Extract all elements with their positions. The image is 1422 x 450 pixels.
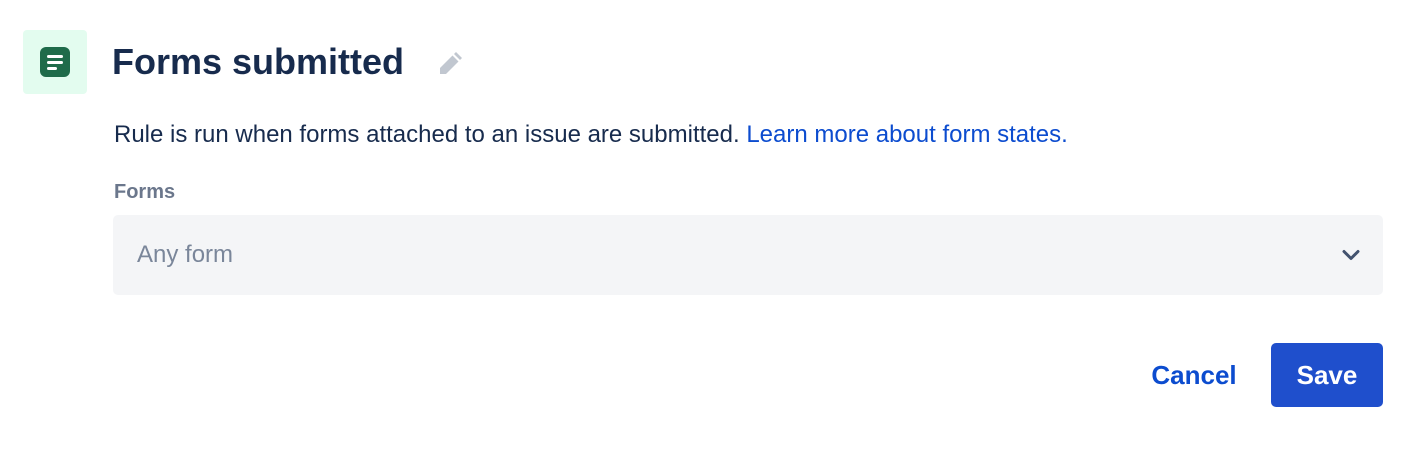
rule-description: Rule is run when forms attached to an is… [114,118,1068,152]
forms-select-value: Any form [137,241,234,268]
learn-more-link[interactable]: Learn more about form states. [746,121,1068,148]
form-icon [40,47,70,77]
forms-field-label: Forms [114,181,176,203]
form-icon-tile [23,30,87,94]
page-title: Forms submitted [112,41,405,82]
pencil-icon [440,52,462,74]
save-button[interactable]: Save [1271,343,1383,407]
description-text: Rule is run when forms attached to an is… [114,121,740,148]
chevron-down-icon [1342,250,1360,260]
forms-select[interactable]: Any form [113,215,1383,295]
cancel-button[interactable]: Cancel [1132,343,1256,407]
edit-title-button[interactable] [434,50,464,80]
